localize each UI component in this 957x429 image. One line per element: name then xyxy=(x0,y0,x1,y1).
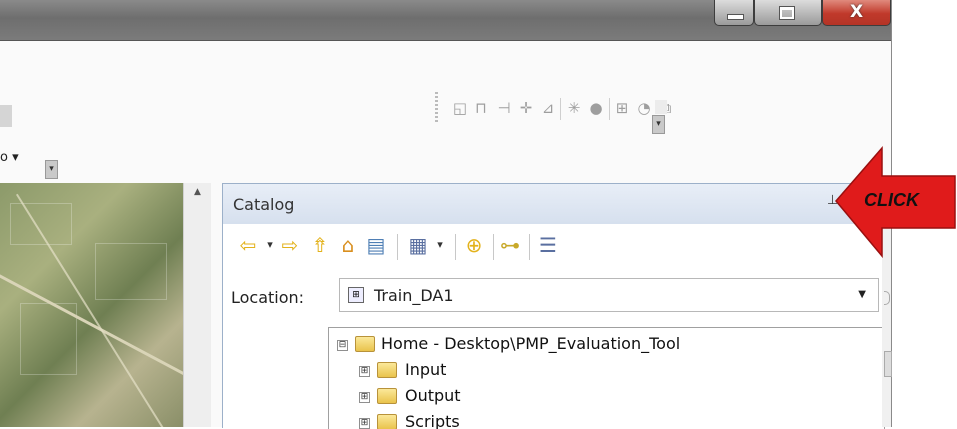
close-button[interactable]: X xyxy=(822,0,891,26)
map-field xyxy=(95,243,167,300)
toolbar-separator xyxy=(529,234,530,260)
tree-item-label: Output xyxy=(405,386,461,405)
catalog-title-bar: Catalog ⊥ xyxy=(223,184,883,224)
tree-item-label: Input xyxy=(405,360,447,379)
add-item-icon[interactable]: ⊕ xyxy=(463,234,485,256)
left-dropdown[interactable]: o ▾ xyxy=(0,150,19,165)
view-options-icon[interactable]: ▦ xyxy=(407,234,429,256)
toolbar-separator xyxy=(397,234,398,260)
toggle-tree-icon[interactable]: ⊶ xyxy=(499,234,521,256)
forward-arrow-icon[interactable]: ⇨ xyxy=(279,234,301,256)
tree-item-label: Scripts xyxy=(405,412,460,429)
catalog-tree: ⊟ Home - Desktop\PMP_Evaluation_Tool ⊞ I… xyxy=(328,327,885,429)
folder-icon xyxy=(377,362,397,378)
expand-icon[interactable]: ⊞ xyxy=(359,418,370,429)
dock-handle[interactable] xyxy=(884,291,890,305)
map-vertical-scrollbar[interactable]: ▲ xyxy=(183,183,211,427)
dock-tab[interactable] xyxy=(884,351,892,377)
catalog-title: Catalog xyxy=(233,195,295,214)
back-arrow-icon[interactable]: ⇦ xyxy=(237,234,259,256)
dropdown-arrow-icon[interactable]: ▾ xyxy=(259,234,281,256)
location-combobox[interactable]: ⊞ Train_DA1 ▼ xyxy=(339,278,879,312)
minimize-icon xyxy=(727,14,744,20)
up-one-level-icon[interactable]: ⇮ xyxy=(309,234,331,256)
close-icon: X xyxy=(849,2,864,22)
toolbar-overflow-button[interactable]: ▾ xyxy=(652,115,665,134)
maximize-button[interactable] xyxy=(754,0,822,26)
location-label: Location: xyxy=(231,288,305,307)
collapse-icon[interactable]: ⊟ xyxy=(337,340,348,351)
editor-toolbar-cont: ⧉ xyxy=(200,88,680,130)
map-field xyxy=(10,203,72,245)
catalog-window: Catalog ⊥ ⇦ ▾ ⇨ ⇮ ⌂ ▤ ▦ ▾ ⊕ ⊶ ☰ Location… xyxy=(222,183,885,429)
folder-icon xyxy=(377,388,397,404)
view-dropdown-icon[interactable]: ▾ xyxy=(429,234,451,256)
click-callout-label: CLICK xyxy=(864,190,919,210)
database-icon: ⊞ xyxy=(348,287,364,303)
location-value: Train_DA1 xyxy=(374,286,454,305)
options-list-icon[interactable]: ☰ xyxy=(537,234,559,256)
location-row: Location: ⊞ Train_DA1 ▼ xyxy=(223,276,883,316)
map-view[interactable] xyxy=(0,183,183,427)
toolbar-separator xyxy=(493,234,494,260)
home-folder-icon xyxy=(355,336,375,352)
connect-folder-icon[interactable]: ▤ xyxy=(365,234,387,256)
tree-item-label: Home - Desktop\PMP_Evaluation_Tool xyxy=(381,334,681,353)
expand-icon[interactable]: ⊞ xyxy=(359,366,370,377)
catalog-toolbar: ⇦ ▾ ⇨ ⇮ ⌂ ▤ ▦ ▾ ⊕ ⊶ ☰ xyxy=(223,226,883,268)
left-toolbar-overflow-button[interactable]: ▾ xyxy=(45,160,58,179)
toolbar-separator xyxy=(455,234,456,260)
chevron-down-icon[interactable]: ▼ xyxy=(858,289,866,300)
minimize-button[interactable] xyxy=(714,0,754,26)
home-icon[interactable]: ⌂ xyxy=(337,234,359,256)
overflow-bg xyxy=(655,100,667,114)
title-bar: X xyxy=(0,0,891,41)
expand-icon[interactable]: ⊞ xyxy=(359,392,370,403)
arcmap-window: X ◱ ⊓ ⊣ ✛ ⊿ ✳ ● ⊞ ◔ ⧉ ▾ o ▾ ▾ ▲ Catalog … xyxy=(0,0,892,429)
maximize-icon xyxy=(779,6,795,20)
scroll-up-icon[interactable]: ▲ xyxy=(184,187,211,197)
